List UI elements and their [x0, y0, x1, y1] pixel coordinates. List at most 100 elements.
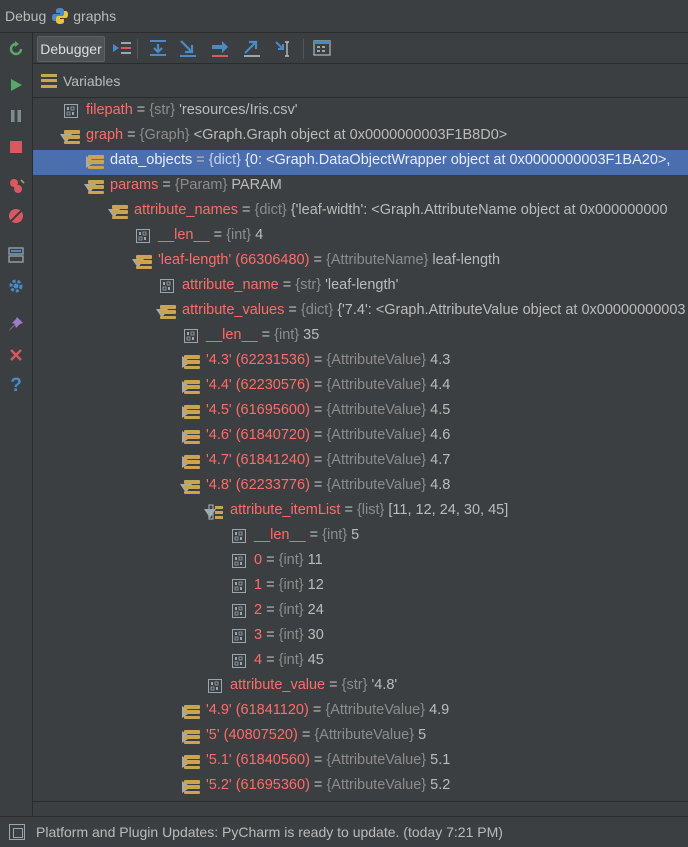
tree-row[interactable]: '4.3' (62231536) = {AttributeValue} 4.3 [33, 350, 688, 375]
tree-row[interactable]: __len__ = {int} 4 [33, 225, 688, 250]
variable-value: leaf-length [432, 252, 501, 268]
variable-type: {AttributeValue} [325, 702, 426, 718]
layout-settings-icon[interactable] [6, 245, 26, 265]
step-over-icon[interactable] [147, 37, 169, 59]
variable-type: {list} [356, 502, 385, 518]
step-into-icon[interactable] [177, 37, 199, 59]
horizontal-scrollbar[interactable] [33, 801, 688, 816]
tree-row-text: '4.4' (62230576) = {AttributeValue} 4.4 [206, 377, 450, 393]
variable-value: 4.5 [430, 402, 451, 418]
tree-row-text: attribute_names = {dict} {'leaf-width': … [134, 202, 668, 218]
variable-name: 1 [254, 577, 263, 593]
tree-row[interactable]: '5' (40807520) = {AttributeValue} 5 [33, 725, 688, 750]
variable-name: '4.6' (61840720) [206, 427, 310, 443]
variable-name: __len__ [254, 527, 306, 543]
primitive-field-icon [184, 329, 200, 345]
tree-row-text: 'leaf-length' (66306480) = {AttributeNam… [158, 252, 500, 268]
step-into-my-code-icon[interactable] [209, 37, 231, 59]
pin-tab-icon[interactable] [6, 314, 26, 334]
tree-row[interactable]: 3 = {int} 30 [33, 625, 688, 650]
variable-value: {'leaf-width': <Graph.AttributeName obje… [290, 202, 668, 218]
run-to-cursor-icon[interactable] [273, 37, 295, 59]
equals-sign: = [308, 702, 326, 718]
tree-row-text: '4.5' (61695600) = {AttributeValue} 4.5 [206, 402, 450, 418]
tree-row[interactable]: '4.5' (61695600) = {AttributeValue} 4.5 [33, 400, 688, 425]
variable-type: {int} [322, 527, 348, 543]
close-icon[interactable] [6, 345, 26, 365]
tree-row[interactable]: '4.4' (62230576) = {AttributeValue} 4.4 [33, 375, 688, 400]
stop-icon[interactable] [6, 137, 26, 157]
tree-row-text: 3 = {int} 30 [254, 627, 324, 643]
variable-value: 'leaf-length' [325, 277, 399, 293]
variable-type: {AttributeValue} [326, 402, 427, 418]
variable-type: {AttributeValue} [326, 752, 427, 768]
pause-icon[interactable] [6, 106, 26, 126]
tree-row-text: 4 = {int} 45 [254, 652, 324, 668]
variable-name: attribute_itemList [230, 502, 341, 518]
tree-row[interactable]: attribute_value = {str} '4.8' [33, 675, 688, 700]
view-breakpoints-icon[interactable] [6, 176, 26, 196]
tree-row[interactable]: params = {Param} PARAM [33, 175, 688, 200]
tree-row[interactable]: 0 = {int} 11 [33, 550, 688, 575]
tree-row[interactable]: attribute_names = {dict} {'leaf-width': … [33, 200, 688, 225]
variable-type: {Param} [174, 177, 228, 193]
tree-row[interactable]: attribute_values = {dict} {'7.4': <Graph… [33, 300, 688, 325]
object-field-icon [184, 429, 200, 445]
tree-row[interactable]: 1 = {int} 12 [33, 575, 688, 600]
tree-row[interactable]: '5.2' (61695360) = {AttributeValue} 5.2 [33, 775, 688, 800]
tree-row-text: '4.6' (61840720) = {AttributeValue} 4.6 [206, 427, 450, 443]
mute-breakpoints-icon[interactable] [6, 206, 26, 226]
tree-row[interactable]: '4.9' (61841120) = {AttributeValue} 4.9 [33, 700, 688, 725]
tree-row[interactable]: '4.8' (62233776) = {AttributeValue} 4.8 [33, 475, 688, 500]
variable-value: 5 [351, 527, 360, 543]
settings-gear-icon[interactable] [6, 276, 26, 296]
variable-type: {AttributeValue} [326, 377, 427, 393]
tree-row[interactable]: '5.1' (61840560) = {AttributeValue} 5.1 [33, 750, 688, 775]
status-message[interactable]: Platform and Plugin Updates: PyCharm is … [36, 824, 503, 840]
debugger-toolbar: Debugger [33, 33, 688, 64]
tab-debugger[interactable]: Debugger [37, 36, 105, 62]
tree-row[interactable]: graph = {Graph} <Graph.Graph object at 0… [33, 125, 688, 150]
variable-name: '4.5' (61695600) [206, 402, 310, 418]
run-config-name[interactable]: graphs [73, 8, 116, 24]
variable-type: {int} [278, 652, 304, 668]
variables-tree[interactable]: filepath = {str} 'resources/Iris.csv' gra… [33, 99, 688, 801]
variable-value: 5.2 [430, 777, 451, 793]
tree-row[interactable]: '4.6' (61840720) = {AttributeValue} 4.6 [33, 425, 688, 450]
step-out-icon[interactable] [241, 37, 263, 59]
tree-row[interactable]: 4 = {int} 45 [33, 650, 688, 675]
variable-type: {int} [226, 227, 252, 243]
variables-icon [41, 73, 57, 88]
tree-row[interactable]: attribute_name = {str} 'leaf-length' [33, 275, 688, 300]
tree-row-text: params = {Param} PARAM [110, 177, 282, 193]
variable-value: 4.6 [430, 427, 451, 443]
tree-row[interactable]: 'leaf-length' (66306480) = {AttributeNam… [33, 250, 688, 275]
tree-row[interactable]: __len__ = {int} 5 [33, 525, 688, 550]
equals-sign: = [278, 277, 296, 293]
variable-value: 30 [307, 627, 324, 643]
variable-value: [11, 12, 24, 30, 45] [388, 502, 509, 518]
object-field-icon [88, 154, 104, 170]
tree-row[interactable]: data_objects = {dict} {0: <Graph.DataObj… [33, 150, 688, 175]
variable-name: 0 [254, 552, 263, 568]
tree-row[interactable]: attribute_itemList = {list} [11, 12, 24,… [33, 500, 688, 525]
variable-name: graph [86, 127, 124, 143]
tree-row[interactable]: __len__ = {int} 35 [33, 325, 688, 350]
variable-value: 12 [307, 577, 324, 593]
show-execution-point-icon[interactable] [111, 37, 133, 59]
tree-row[interactable]: 2 = {int} 24 [33, 600, 688, 625]
primitive-field-icon [208, 679, 224, 695]
equals-sign: = [340, 502, 357, 518]
evaluate-expression-icon[interactable] [311, 37, 333, 59]
rerun-icon[interactable] [6, 39, 26, 59]
resume-icon[interactable] [6, 75, 26, 95]
primitive-field-icon [232, 579, 248, 595]
help-icon[interactable]: ? [6, 375, 26, 396]
toolbar-separator [137, 39, 138, 59]
equals-sign: = [305, 527, 323, 543]
tree-row[interactable]: filepath = {str} 'resources/Iris.csv' [33, 100, 688, 125]
tool-window-toggle-icon[interactable] [9, 824, 25, 840]
tree-row[interactable]: '4.7' (61841240) = {AttributeValue} 4.7 [33, 450, 688, 475]
variable-name: attribute_value [230, 677, 326, 693]
variable-name: data_objects [110, 152, 193, 168]
